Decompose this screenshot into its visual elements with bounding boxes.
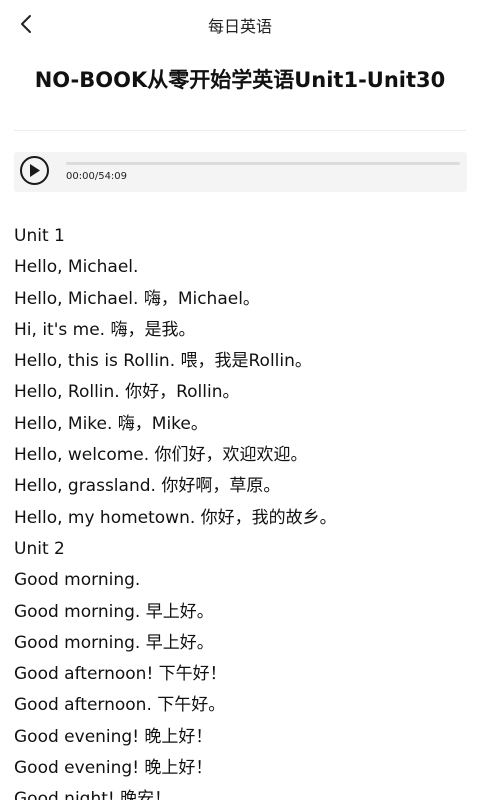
audio-player: 00:00/54:09 [14, 152, 467, 192]
sentence-line: Good afternoon. 下午好。 [14, 695, 226, 716]
sentence-line: Hi, it's me. 嗨，是我。 [14, 319, 196, 340]
duration: 54:09 [98, 171, 128, 182]
sentence-line: Good evening! 晚上好！ [14, 758, 213, 779]
sentence-line: Hello, this is Rollin. 喂，我是Rollin。 [14, 351, 312, 372]
time-display: 00:00/54:09 [66, 171, 127, 182]
sentence-line: Hello, my hometown. 你好，我的故乡。 [14, 507, 337, 528]
sentence-line: Hello, Mike. 嗨，Mike。 [14, 413, 208, 434]
nav-title: 每日英语 [207, 17, 272, 36]
lesson-text: Unit 1 Hello, Michael. Hello, Michael. 嗨，M… [14, 221, 470, 800]
sentence-line: Good evening! 晚上好！ [14, 726, 213, 747]
sentence-line: Hello, Rollin. 你好，Rollin。 [14, 382, 240, 403]
sentence-line: Good night! 晚安！ [14, 789, 172, 800]
sentence-line: Good afternoon! 下午好！ [14, 664, 227, 685]
sentence-line: Hello, Michael. [14, 257, 139, 278]
play-button[interactable] [20, 156, 49, 185]
current-time: 00:00 [66, 171, 95, 182]
top-nav-bar: 每日英语 [0, 0, 480, 48]
play-icon [30, 164, 40, 177]
sentence-line: Good morning. 早上好。 [14, 601, 214, 622]
sentence-line: Hello, grassland. 你好啊，草原。 [14, 476, 281, 497]
article-title: NO-BOOK从零开始学英语Unit1-Unit30 [34, 68, 446, 92]
unit-heading: Unit 2 [14, 538, 65, 559]
title-divider [14, 130, 466, 131]
progress-bar[interactable] [66, 162, 460, 165]
unit-heading: Unit 1 [14, 226, 65, 246]
sentence-line: Good morning. 早上好。 [14, 632, 214, 653]
app-screen: 每日英语 NO-BOOK从零开始学英语Unit1-Unit30 00:00/54… [0, 0, 480, 800]
sentence-line: Hello, welcome. 你们好，欢迎欢迎。 [14, 445, 308, 466]
sentence-line: Good morning. [14, 570, 141, 591]
sentence-line: Hello, Michael. 嗨，Michael。 [14, 288, 260, 309]
